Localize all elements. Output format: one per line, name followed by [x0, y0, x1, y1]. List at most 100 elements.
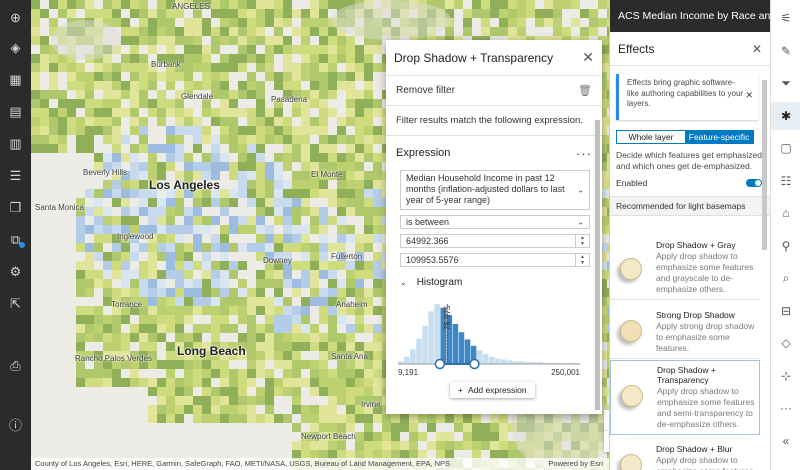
close-icon[interactable]: ✕ [582, 49, 594, 66]
filter-icon[interactable]: ⏷ [771, 69, 800, 97]
add-icon[interactable]: ⊕ [0, 4, 31, 32]
effect-card-drop-shadow-gray[interactable]: Drop Shadow + Gray Apply drop shadow to … [610, 236, 760, 300]
filter-panel-title: Drop Shadow + Transparency [394, 50, 554, 65]
histogram-bar [489, 356, 495, 364]
locate-icon[interactable]: ⊹ [771, 362, 800, 390]
chevron-down-icon: ⌄ [577, 217, 584, 227]
map-label-irvine: Irvine [361, 400, 381, 409]
share-icon[interactable]: ⇱ [0, 290, 31, 318]
layer-selector[interactable]: ACS Median Income by Race an ⌄ [610, 0, 770, 32]
map-label-torrance: Torrance [111, 300, 143, 309]
remove-filter-button[interactable]: Remove filter [396, 85, 455, 96]
search-icon[interactable]: ⌕ [771, 264, 800, 292]
histogram-bar [482, 354, 489, 364]
map-label-santa-monica: Santa Monica [35, 203, 84, 212]
bookmark-icon[interactable]: ❒ [0, 194, 31, 222]
effect-card-description: Apply drop shadow to emphasize some feat… [657, 386, 755, 429]
effect-preview-icon [620, 258, 642, 280]
effect-card-strong-drop-shadow[interactable]: Strong Drop Shadow Apply strong drop sha… [610, 306, 760, 359]
histogram-bar [422, 325, 428, 364]
filter-match-note: Filter results match the following expre… [386, 106, 602, 136]
effects-header: Effects ✕ [610, 32, 770, 66]
histogram-header[interactable]: ⌄ Histogram [386, 267, 602, 288]
map-label-santa-ana: Santa Ana [331, 352, 368, 361]
effects-notice: Effects bring graphic software-like auth… [616, 74, 758, 120]
value-min-input[interactable]: 64992.366 ▲ ▼ [400, 234, 590, 248]
map-label-el-monte: El Monte [311, 170, 343, 179]
filter-panel-scrollbar[interactable] [595, 120, 600, 410]
map-label-palos-verdes: Rancho Palos Verdes [75, 354, 152, 363]
styles-icon[interactable]: ✎ [771, 37, 800, 65]
effect-card-title: Drop Shadow + Transparency [657, 365, 716, 385]
tab-whole-layer[interactable]: Whole layer [617, 131, 685, 143]
histogram-bar [416, 338, 422, 364]
stepper-icon[interactable]: ▲ ▼ [575, 235, 589, 247]
stepper-icon[interactable]: ▲ ▼ [575, 254, 589, 266]
value-max-text: 109953.5576 [406, 255, 459, 265]
basemap-icon[interactable]: ⧉ [0, 226, 31, 254]
table-icon[interactable]: ▦ [0, 66, 31, 94]
print-icon[interactable]: ⎙ [0, 352, 31, 380]
map-label-fullerton: Fullerton [331, 252, 363, 261]
map-label-newport: Newport Beach [301, 432, 356, 441]
histogram-bar [452, 324, 459, 364]
histogram-bar [404, 356, 410, 364]
effect-card-title: Drop Shadow + Gray [656, 240, 736, 250]
enabled-row: Enabled [616, 178, 762, 188]
powered-by-esri-link[interactable]: Powered by Esri [548, 459, 603, 468]
histogram-max-label: 250,001 [551, 368, 580, 377]
app-window: ⊕ ◈ ▦ ▤ ▥ ☰ ❒ ⧉ ⚙ ⇱ ⎙ ⓘ ANGELES Glendale Burbank Pa… [0, 0, 800, 470]
chevron-down-icon: ⌄ [577, 185, 584, 195]
field-select[interactable]: Median Household Income in past 12 month… [400, 170, 590, 210]
fields-icon[interactable]: ☷ [771, 167, 800, 195]
remove-filter-row[interactable]: Remove filter 🗑 [386, 76, 602, 106]
right-toolbar: ⚟ ✎ ⏷ ✱ ▢ ☷ ⌂ ⚲ ⌕ ⊟ ◇ ⊹ ··· « [770, 0, 800, 470]
histogram-bar [495, 358, 501, 364]
histogram-bar [507, 360, 513, 364]
labels-icon[interactable]: ⌂ [771, 199, 800, 227]
effects-icon[interactable]: ✱ [771, 101, 800, 130]
more-icon[interactable]: ··· [771, 394, 800, 422]
close-icon[interactable]: ✕ [745, 90, 753, 101]
popups-icon[interactable]: ▢ [771, 134, 800, 162]
close-icon[interactable]: ✕ [752, 42, 762, 56]
notice-text: Effects bring graphic software-like auth… [627, 78, 744, 108]
legend-icon[interactable]: ▤ [0, 98, 31, 126]
collapse-icon[interactable]: « [771, 427, 800, 455]
histogram-bar [410, 349, 416, 364]
histogram-axis: 9,191 250,001 [398, 368, 580, 380]
charts-icon[interactable]: ▥ [0, 130, 31, 158]
config-icon[interactable]: ⚲ [771, 232, 800, 260]
add-expression-button[interactable]: + Add expression [450, 382, 535, 398]
add-expression-label: Add expression [467, 385, 527, 395]
layers-icon[interactable]: ◈ [0, 34, 31, 62]
histogram-bar [428, 311, 434, 364]
attribution-text: County of Los Angeles, Esri, HERE, Garmi… [35, 459, 451, 468]
operator-select[interactable]: is between ⌄ [400, 215, 590, 229]
measure-icon[interactable]: ⊟ [771, 297, 800, 325]
map-label-burbank: Burbank [151, 60, 181, 69]
histogram-chart[interactable]: 76,975 [398, 300, 580, 376]
enabled-toggle[interactable] [746, 179, 762, 187]
more-options-icon[interactable]: ··· [576, 146, 592, 161]
recommended-heading: Recommended for light basemaps [610, 196, 770, 216]
properties-icon[interactable]: ⚟ [771, 4, 800, 32]
settings-icon[interactable]: ⚙ [0, 258, 31, 286]
effects-scrollbar[interactable] [762, 80, 767, 250]
value-max-input[interactable]: 109953.5576 ▲ ▼ [400, 253, 590, 267]
tab-feature-specific[interactable]: Feature-specific [685, 131, 753, 143]
map-label-inglewood: Inglewood [117, 232, 154, 241]
histogram-bar [434, 304, 440, 364]
list-icon[interactable]: ☰ [0, 162, 31, 190]
info-icon[interactable]: ⓘ [0, 410, 31, 438]
map-label-angeles: ANGELES [172, 2, 210, 11]
trash-icon[interactable]: 🗑 [578, 84, 592, 97]
expression-heading: Expression [396, 147, 451, 159]
chevron-down-icon[interactable]: ⌄ [400, 278, 407, 287]
effect-card-drop-shadow-transparency[interactable]: Drop Shadow + Transparency Apply drop sh… [610, 360, 760, 435]
effect-card-drop-shadow-blur[interactable]: Drop Shadow + Blur Apply drop shadow to … [610, 440, 760, 470]
histogram-bar [501, 359, 507, 364]
directions-icon[interactable]: ◇ [771, 329, 800, 357]
effect-preview-icon [620, 320, 642, 342]
map-label-los-angeles: Los Angeles [149, 178, 220, 192]
